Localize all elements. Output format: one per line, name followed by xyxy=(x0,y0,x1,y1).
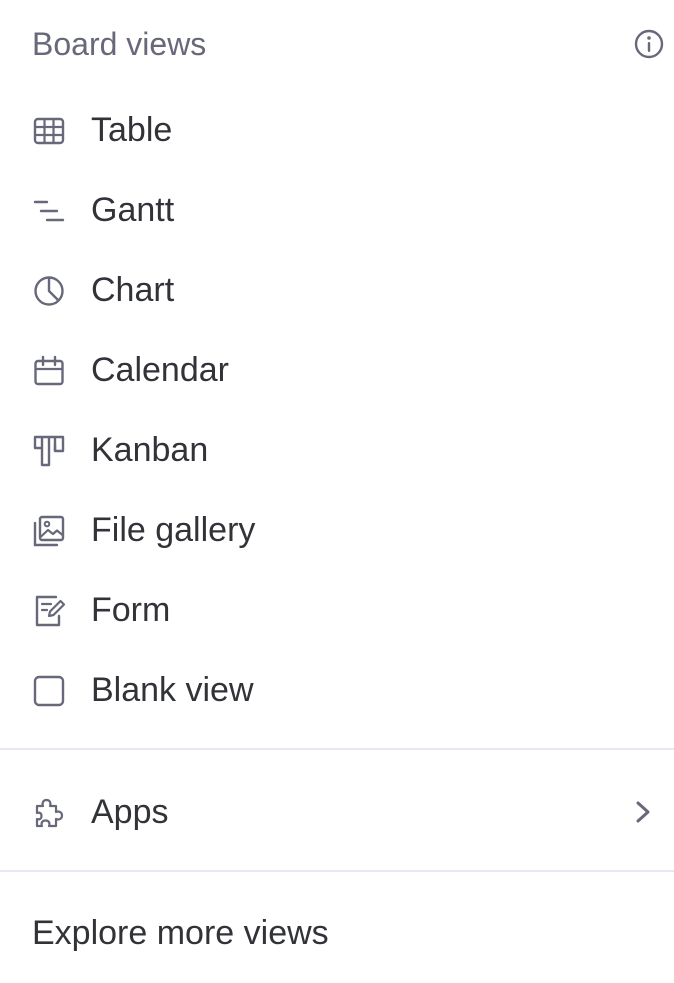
apps-label: Apps xyxy=(91,793,169,831)
chart-pie-icon xyxy=(32,274,66,308)
view-option-label: Kanban xyxy=(91,431,209,469)
info-icon[interactable] xyxy=(633,28,665,60)
view-option-table[interactable]: Table xyxy=(0,90,674,170)
calendar-icon xyxy=(32,354,66,388)
menu-header: Board views xyxy=(0,0,674,88)
view-option-kanban[interactable]: Kanban xyxy=(0,410,674,490)
view-option-form[interactable]: Form xyxy=(0,570,674,650)
blank-square-icon xyxy=(32,674,66,708)
view-option-label: Blank view xyxy=(91,671,254,709)
chevron-right-icon xyxy=(632,794,656,830)
view-option-label: File gallery xyxy=(91,511,256,549)
view-option-gantt[interactable]: Gantt xyxy=(0,170,674,250)
menu-title: Board views xyxy=(32,26,207,62)
view-option-blank-view[interactable]: Blank view xyxy=(0,650,674,730)
image-gallery-icon xyxy=(32,514,66,548)
view-option-label: Form xyxy=(91,591,171,629)
view-option-calendar[interactable]: Calendar xyxy=(0,330,674,410)
view-option-chart[interactable]: Chart xyxy=(0,250,674,330)
divider xyxy=(0,870,674,872)
form-icon xyxy=(32,594,66,628)
kanban-icon xyxy=(32,434,66,468)
gantt-icon xyxy=(32,194,66,228)
board-views-menu: Board views Table Gantt Chart Calendar K… xyxy=(0,0,674,983)
view-option-label: Table xyxy=(91,111,173,149)
view-option-label: Calendar xyxy=(91,351,229,389)
apps-menu-item[interactable]: Apps xyxy=(0,772,674,852)
puzzle-icon xyxy=(32,796,66,830)
table-icon xyxy=(32,114,66,148)
view-option-label: Gantt xyxy=(91,191,175,229)
view-option-file-gallery[interactable]: File gallery xyxy=(0,490,674,570)
explore-more-views-link[interactable]: Explore more views xyxy=(32,913,329,953)
view-option-label: Chart xyxy=(91,271,175,309)
divider xyxy=(0,748,674,750)
